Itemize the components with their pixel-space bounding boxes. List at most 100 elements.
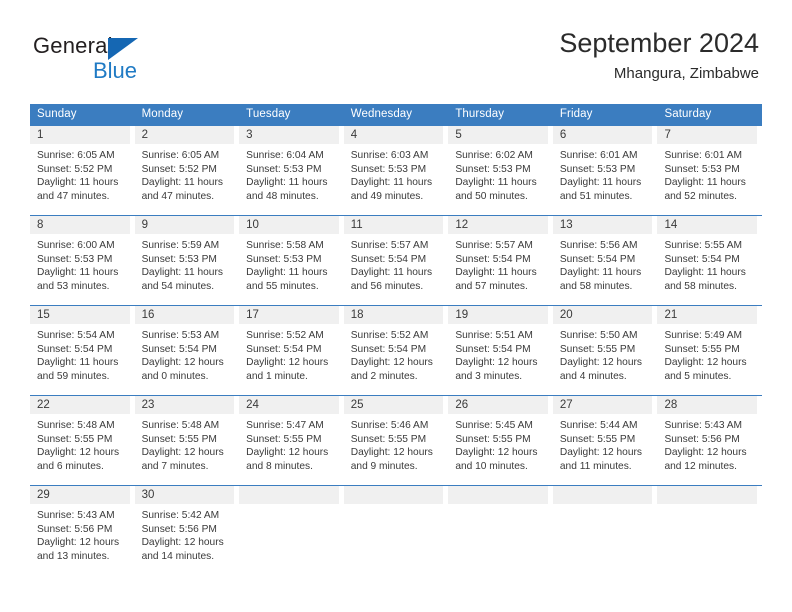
day-cell[interactable]: 5 Sunrise: 6:02 AM Sunset: 5:53 PM Dayli…: [448, 126, 553, 215]
day-cell[interactable]: 10 Sunrise: 5:58 AM Sunset: 5:53 PM Dayl…: [239, 216, 344, 305]
day-number: 21: [657, 306, 758, 324]
day-number: 24: [239, 396, 339, 414]
day-details: Sunrise: 6:04 AM Sunset: 5:53 PM Dayligh…: [239, 144, 339, 203]
daylight-text-line1: Daylight: 11 hours: [246, 267, 328, 279]
daylight-text-line1: Daylight: 12 hours: [559, 357, 643, 369]
day-cell[interactable]: 13 Sunrise: 5:56 AM Sunset: 5:54 PM Dayl…: [552, 216, 658, 305]
sunrise-text: Sunrise: 6:02 AM: [455, 150, 533, 161]
day-cell[interactable]: 27 Sunrise: 5:44 AM Sunset: 5:55 PM Dayl…: [552, 396, 658, 485]
day-number: 22: [30, 396, 130, 414]
daylight-text-line1: Daylight: 12 hours: [350, 447, 433, 459]
day-cell-empty: [343, 486, 449, 575]
sunrise-text: Sunrise: 5:43 AM: [37, 510, 115, 521]
day-number: 2: [134, 126, 235, 144]
daylight-text-line2: and 57 minutes.: [455, 280, 528, 292]
day-cell[interactable]: 7 Sunrise: 6:01 AM Sunset: 5:53 PM Dayli…: [657, 126, 763, 215]
day-cell[interactable]: 12 Sunrise: 5:57 AM Sunset: 5:54 PM Dayl…: [448, 216, 553, 305]
day-cell[interactable]: 29 Sunrise: 5:43 AM Sunset: 5:56 PM Dayl…: [30, 486, 135, 575]
day-cell[interactable]: 8 Sunrise: 6:00 AM Sunset: 5:53 PM Dayli…: [30, 216, 135, 305]
sunset-text: Sunset: 5:54 PM: [455, 343, 531, 355]
daylight-text-line1: Daylight: 11 hours: [455, 177, 537, 189]
day-cell[interactable]: 16 Sunrise: 5:53 AM Sunset: 5:54 PM Dayl…: [134, 306, 240, 395]
day-cell[interactable]: 20 Sunrise: 5:50 AM Sunset: 5:55 PM Dayl…: [552, 306, 658, 395]
day-number: 17: [239, 306, 339, 324]
sunset-text: Sunset: 5:53 PM: [559, 163, 636, 175]
day-cell[interactable]: 25 Sunrise: 5:46 AM Sunset: 5:55 PM Dayl…: [343, 396, 449, 485]
day-cell[interactable]: 1 Sunrise: 6:05 AM Sunset: 5:52 PM Dayli…: [30, 126, 135, 215]
sunset-text: Sunset: 5:52 PM: [141, 163, 217, 175]
daylight-text-line2: and 58 minutes.: [664, 280, 737, 292]
weekday-header-tuesday: Tuesday: [246, 108, 291, 120]
daylight-text-line2: and 49 minutes.: [350, 190, 424, 202]
day-cell[interactable]: 3 Sunrise: 6:04 AM Sunset: 5:53 PM Dayli…: [239, 126, 344, 215]
day-cell[interactable]: 17 Sunrise: 5:52 AM Sunset: 5:54 PM Dayl…: [239, 306, 344, 395]
sunrise-text: Sunrise: 5:49 AM: [664, 330, 743, 341]
daylight-text-line1: Daylight: 12 hours: [455, 357, 538, 369]
day-cell[interactable]: 22 Sunrise: 5:48 AM Sunset: 5:55 PM Dayl…: [30, 396, 135, 485]
day-cell[interactable]: 23 Sunrise: 5:48 AM Sunset: 5:55 PM Dayl…: [134, 396, 240, 485]
logo-text-general: General: [33, 33, 113, 58]
day-details: [344, 504, 444, 509]
day-cell[interactable]: 6 Sunrise: 6:01 AM Sunset: 5:53 PM Dayli…: [552, 126, 658, 215]
day-cell[interactable]: 26 Sunrise: 5:45 AM Sunset: 5:55 PM Dayl…: [448, 396, 553, 485]
daylight-text-line1: Daylight: 11 hours: [664, 267, 746, 279]
general-blue-logo[interactable]: General Blue: [33, 33, 203, 85]
sunrise-text: Sunrise: 5:52 AM: [246, 330, 324, 341]
sunrise-text: Sunrise: 5:51 AM: [455, 330, 533, 341]
day-cell[interactable]: 21 Sunrise: 5:49 AM Sunset: 5:55 PM Dayl…: [657, 306, 763, 395]
day-cell-empty: [239, 486, 344, 575]
sunset-text: Sunset: 5:53 PM: [350, 163, 427, 175]
day-cell[interactable]: 14 Sunrise: 5:55 AM Sunset: 5:54 PM Dayl…: [657, 216, 763, 305]
day-number: 7: [657, 126, 758, 144]
sunset-text: Sunset: 5:55 PM: [559, 343, 636, 355]
day-number: [239, 486, 339, 504]
day-number: 4: [343, 126, 444, 144]
sunset-text: Sunset: 5:55 PM: [559, 433, 636, 445]
day-cell[interactable]: 18 Sunrise: 5:52 AM Sunset: 5:54 PM Dayl…: [343, 306, 449, 395]
sunset-text: Sunset: 5:55 PM: [37, 433, 113, 445]
day-number: 16: [134, 306, 235, 324]
daylight-text-line1: Daylight: 12 hours: [664, 447, 747, 459]
day-cell[interactable]: 30 Sunrise: 5:42 AM Sunset: 5:56 PM Dayl…: [134, 486, 240, 575]
day-number: 28: [657, 396, 758, 414]
day-number: 25: [343, 396, 444, 414]
day-number: 1: [30, 126, 130, 144]
day-details: Sunrise: 5:43 AM Sunset: 5:56 PM Dayligh…: [30, 504, 130, 563]
sunrise-text: Sunrise: 5:43 AM: [664, 420, 743, 431]
day-cell[interactable]: 9 Sunrise: 5:59 AM Sunset: 5:53 PM Dayli…: [134, 216, 240, 305]
sunrise-text: Sunrise: 5:56 AM: [559, 240, 638, 251]
daylight-text-line1: Daylight: 11 hours: [350, 267, 433, 279]
day-details: [657, 504, 757, 509]
daylight-text-line1: Daylight: 11 hours: [559, 267, 642, 279]
day-number: 18: [343, 306, 444, 324]
day-cell[interactable]: 11 Sunrise: 5:57 AM Sunset: 5:54 PM Dayl…: [343, 216, 449, 305]
sunset-text: Sunset: 5:56 PM: [37, 523, 113, 535]
sunset-text: Sunset: 5:55 PM: [350, 433, 427, 445]
daylight-text-line2: and 48 minutes.: [246, 190, 319, 202]
day-number: 9: [134, 216, 235, 234]
day-number: 10: [239, 216, 339, 234]
day-number: 11: [343, 216, 444, 234]
day-cell[interactable]: 15 Sunrise: 5:54 AM Sunset: 5:54 PM Dayl…: [30, 306, 135, 395]
weekday-header-thursday: Thursday: [455, 108, 505, 120]
day-details: Sunrise: 5:52 AM Sunset: 5:54 PM Dayligh…: [344, 324, 444, 383]
daylight-text-line1: Daylight: 12 hours: [141, 357, 224, 369]
day-cell[interactable]: 28 Sunrise: 5:43 AM Sunset: 5:56 PM Dayl…: [657, 396, 763, 485]
logo-triangle-icon: [108, 38, 138, 60]
day-number: 8: [30, 216, 130, 234]
sunset-text: Sunset: 5:54 PM: [37, 343, 113, 355]
day-number: [657, 486, 758, 504]
daylight-text-line2: and 54 minutes.: [141, 280, 215, 292]
day-cell[interactable]: 24 Sunrise: 5:47 AM Sunset: 5:55 PM Dayl…: [239, 396, 344, 485]
day-cell[interactable]: 4 Sunrise: 6:03 AM Sunset: 5:53 PM Dayli…: [343, 126, 449, 215]
sunrise-text: Sunrise: 5:46 AM: [350, 420, 429, 431]
daylight-text-line1: Daylight: 12 hours: [246, 357, 329, 369]
day-cell[interactable]: 19 Sunrise: 5:51 AM Sunset: 5:54 PM Dayl…: [448, 306, 553, 395]
daylight-text-line2: and 59 minutes.: [37, 370, 110, 382]
daylight-text-line2: and 3 minutes.: [455, 370, 523, 382]
sunrise-text: Sunrise: 5:48 AM: [141, 420, 220, 431]
daylight-text-line2: and 4 minutes.: [559, 370, 627, 382]
day-cell[interactable]: 2 Sunrise: 6:05 AM Sunset: 5:52 PM Dayli…: [134, 126, 240, 215]
daylight-text-line2: and 56 minutes.: [350, 280, 424, 292]
daylight-text-line1: Daylight: 11 hours: [455, 267, 537, 279]
